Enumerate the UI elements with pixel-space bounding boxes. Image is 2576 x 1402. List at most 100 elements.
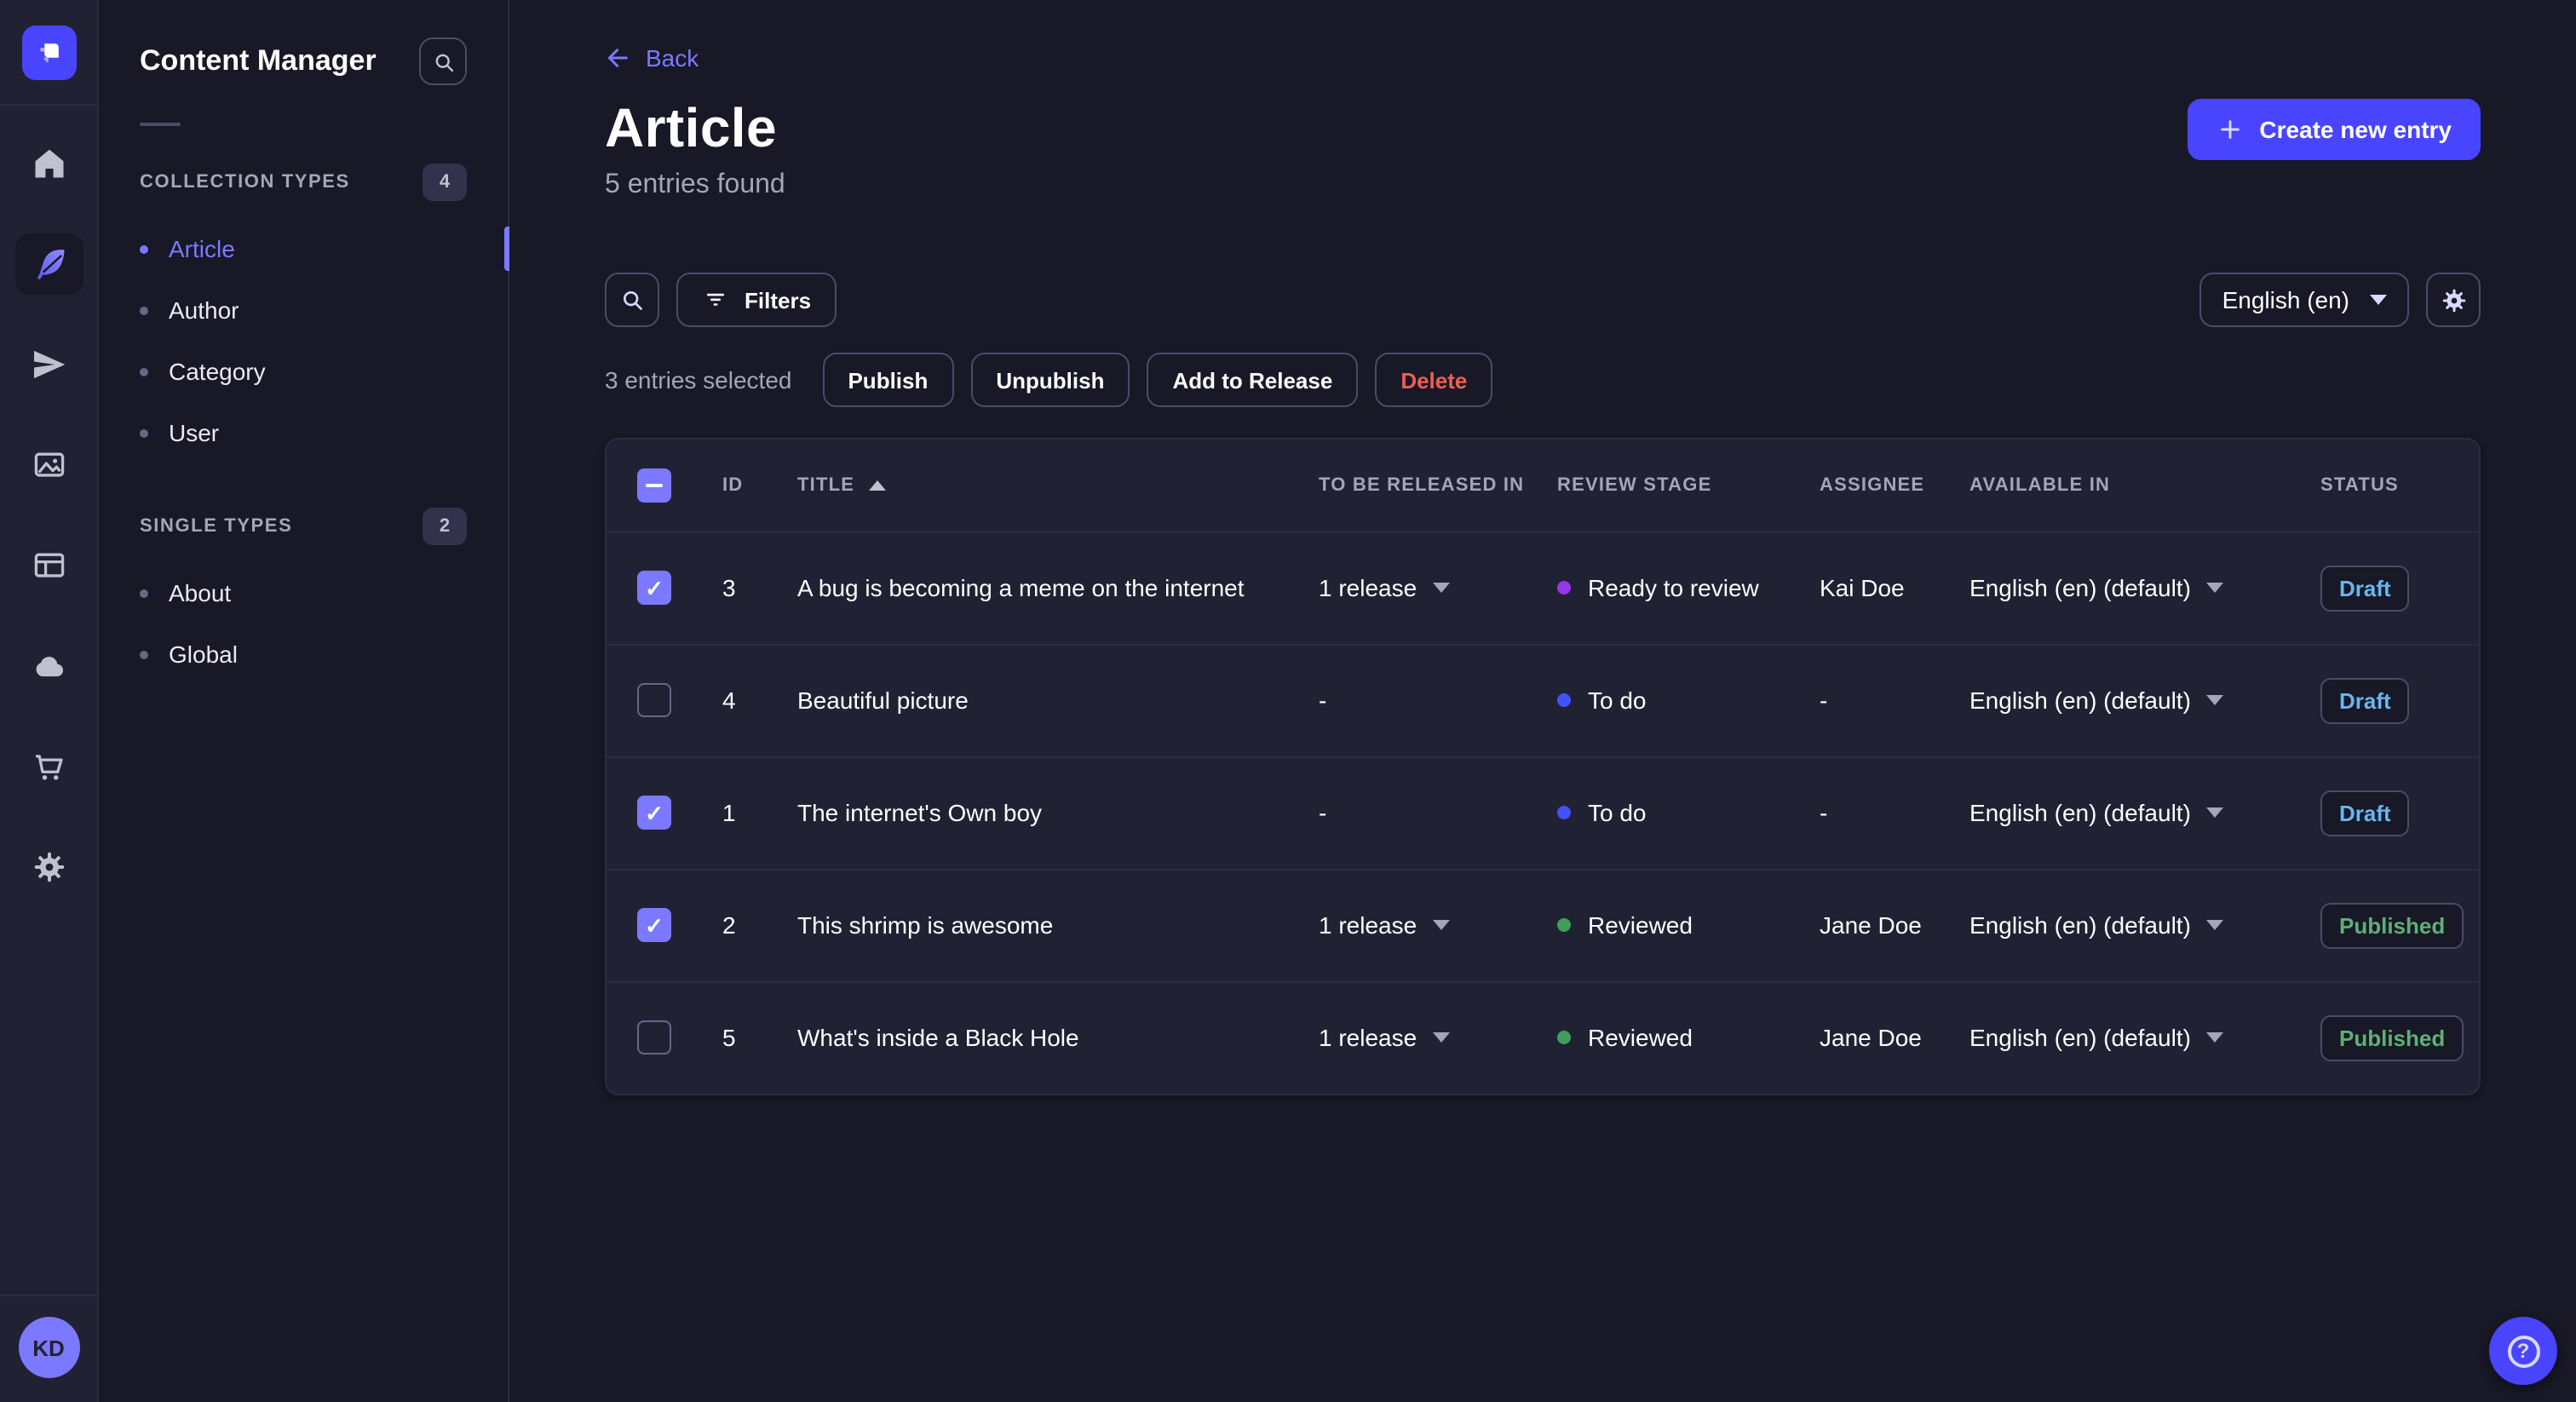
- row-title: The internet's Own boy: [797, 799, 1043, 826]
- row-review-stage: To do: [1588, 687, 1647, 714]
- strapi-logo[interactable]: [21, 25, 76, 79]
- status-badge: Draft: [2320, 677, 2410, 723]
- publish-button[interactable]: Publish: [822, 353, 954, 407]
- entries-table: ID TITLE TO BE RELEASED IN REVIEW STAGE …: [605, 438, 2481, 1095]
- sidebar-item-article[interactable]: Article: [99, 218, 509, 279]
- add-to-release-button[interactable]: Add to Release: [1147, 353, 1359, 407]
- help-button[interactable]: ?: [2489, 1317, 2557, 1385]
- back-label: Back: [646, 44, 699, 72]
- table-row[interactable]: 1 The internet's Own boy - To do - Engli…: [607, 756, 2479, 869]
- content-manager-icon[interactable]: [14, 233, 83, 295]
- row-locale[interactable]: English (en) (default): [1969, 687, 2191, 714]
- sidebar-item-label: User: [169, 419, 220, 446]
- row-id: 5: [722, 1024, 736, 1052]
- app-window: KD Content Manager COLLECTION TYPES 4 Ar…: [0, 0, 2576, 1402]
- deploy-icon[interactable]: [14, 635, 83, 697]
- row-review-stage: Reviewed: [1588, 911, 1693, 939]
- content-type-builder-icon[interactable]: [14, 535, 83, 596]
- sidebar-item-label: Article: [169, 235, 235, 262]
- row-locale[interactable]: English (en) (default): [1969, 1025, 2191, 1052]
- section-label: COLLECTION TYPES: [140, 172, 350, 192]
- bullet-icon: [140, 589, 148, 597]
- row-checkbox[interactable]: [637, 796, 671, 830]
- bullet-icon: [140, 367, 148, 376]
- nav-rail-footer: KD: [0, 1295, 97, 1402]
- stage-dot-icon: [1557, 693, 1571, 707]
- help-icon: ?: [2507, 1335, 2539, 1367]
- chevron-down-icon[interactable]: [2205, 920, 2223, 930]
- column-header-id[interactable]: ID: [702, 440, 777, 531]
- row-review-stage: Ready to review: [1588, 574, 1759, 601]
- chevron-down-icon[interactable]: [2205, 583, 2223, 593]
- filter-icon: [702, 286, 729, 313]
- status-badge: Draft: [2320, 790, 2410, 836]
- table-row[interactable]: 3 A bug is becoming a meme on the intern…: [607, 531, 2479, 644]
- sidebar-title: Content Manager: [140, 44, 377, 77]
- row-release[interactable]: -: [1319, 687, 1326, 714]
- row-assignee: Kai Doe: [1820, 574, 1905, 601]
- filters-button[interactable]: Filters: [676, 273, 837, 327]
- select-all-checkbox[interactable]: [637, 468, 671, 503]
- chevron-down-icon[interactable]: [1432, 583, 1450, 593]
- row-release[interactable]: 1 release: [1319, 574, 1417, 601]
- row-checkbox[interactable]: [637, 683, 671, 717]
- sidebar-item-user[interactable]: User: [99, 402, 508, 463]
- media-library-icon[interactable]: [14, 434, 83, 496]
- row-title: Beautiful picture: [797, 687, 969, 714]
- chevron-down-icon[interactable]: [2205, 1032, 2223, 1043]
- column-header-review-stage[interactable]: REVIEW STAGE: [1537, 440, 1799, 531]
- locale-select[interactable]: English (en): [2199, 273, 2409, 327]
- sidebar-item-author[interactable]: Author: [99, 279, 508, 341]
- chevron-down-icon[interactable]: [1432, 920, 1450, 930]
- locale-value: English (en): [2222, 286, 2349, 313]
- home-icon[interactable]: [14, 133, 83, 194]
- table-header-row: ID TITLE TO BE RELEASED IN REVIEW STAGE …: [607, 440, 2479, 531]
- chevron-down-icon[interactable]: [2205, 695, 2223, 705]
- single-types-section: SINGLE TYPES 2 About Global: [99, 504, 508, 685]
- search-icon: [430, 49, 456, 74]
- row-locale[interactable]: English (en) (default): [1969, 799, 2191, 826]
- column-header-assignee[interactable]: ASSIGNEE: [1799, 440, 1949, 531]
- list-settings-button[interactable]: [2426, 273, 2481, 327]
- sidebar-search-button[interactable]: [419, 37, 467, 85]
- search-button[interactable]: [605, 273, 659, 327]
- table-row[interactable]: 5 What's inside a Black Hole 1 release R…: [607, 980, 2479, 1094]
- logo-box: [0, 0, 97, 106]
- collection-types-list: Article Author Category User: [99, 218, 509, 463]
- row-checkbox[interactable]: [637, 571, 671, 605]
- divider: [140, 123, 181, 126]
- releases-icon[interactable]: [14, 334, 83, 395]
- column-header-released[interactable]: TO BE RELEASED IN: [1298, 440, 1537, 531]
- sidebar-item-category[interactable]: Category: [99, 341, 508, 402]
- column-header-available-in[interactable]: AVAILABLE IN: [1949, 440, 2300, 531]
- create-new-entry-button[interactable]: Create new entry: [2188, 98, 2481, 159]
- sidebar-item-global[interactable]: Global: [99, 623, 508, 685]
- row-checkbox[interactable]: [637, 908, 671, 942]
- row-checkbox[interactable]: [637, 1020, 671, 1055]
- row-release[interactable]: 1 release: [1319, 1025, 1417, 1052]
- settings-icon[interactable]: [14, 836, 83, 898]
- row-review-stage: To do: [1588, 799, 1647, 826]
- avatar[interactable]: KD: [18, 1317, 79, 1378]
- row-locale[interactable]: English (en) (default): [1969, 574, 2191, 601]
- table-row[interactable]: 4 Beautiful picture - To do - English (e…: [607, 643, 2479, 756]
- row-locale[interactable]: English (en) (default): [1969, 911, 2191, 939]
- chevron-down-icon[interactable]: [1432, 1032, 1450, 1043]
- sidebar-item-about[interactable]: About: [99, 562, 508, 623]
- delete-button[interactable]: Delete: [1375, 353, 1493, 407]
- chevron-down-icon[interactable]: [2205, 807, 2223, 818]
- status-badge: Published: [2320, 1014, 2464, 1061]
- table-row[interactable]: 2 This shrimp is awesome 1 release Revie…: [607, 868, 2479, 981]
- row-release[interactable]: 1 release: [1319, 911, 1417, 939]
- column-header-status[interactable]: STATUS: [2300, 440, 2479, 531]
- gear-icon: [2439, 285, 2468, 314]
- row-release[interactable]: -: [1319, 799, 1326, 826]
- stage-dot-icon: [1557, 1031, 1571, 1045]
- table-body: 3 A bug is becoming a meme on the intern…: [607, 531, 2479, 1094]
- column-header-title[interactable]: TITLE: [777, 440, 1298, 531]
- unpublish-button[interactable]: Unpublish: [970, 353, 1130, 407]
- bullet-icon: [140, 650, 148, 658]
- marketplace-icon[interactable]: [14, 736, 83, 797]
- bullet-icon: [140, 244, 148, 253]
- back-link[interactable]: Back: [605, 44, 699, 72]
